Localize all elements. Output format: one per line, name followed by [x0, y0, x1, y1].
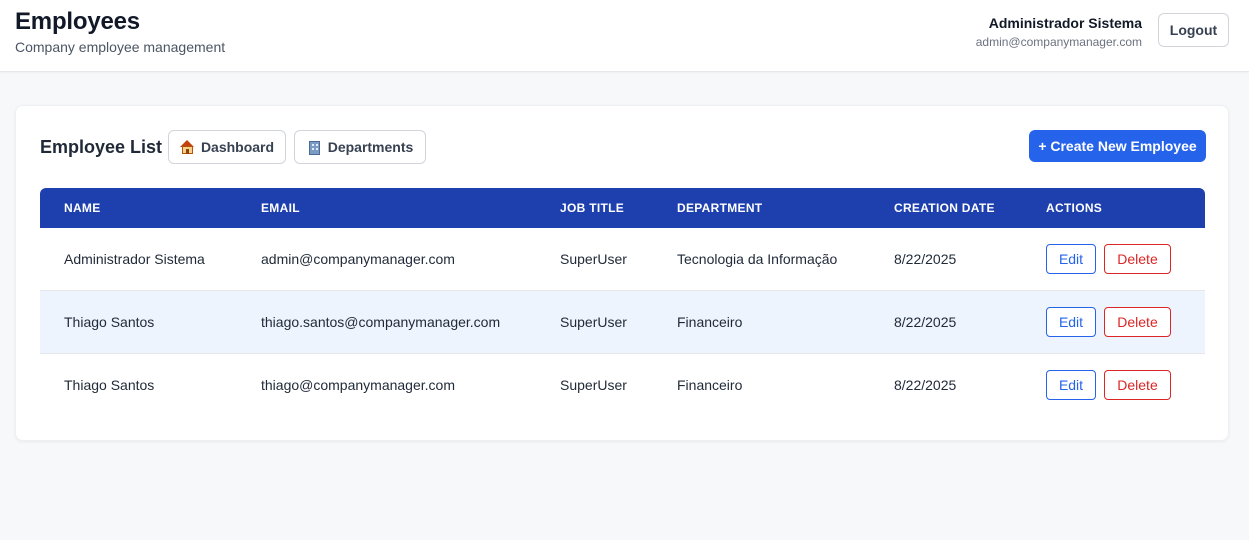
cell-job-title: SuperUser: [560, 377, 627, 393]
cell-email: thiago.santos@companymanager.com: [261, 314, 501, 330]
column-header-creation-date: CREATION DATE: [894, 201, 995, 215]
table-header: NAME EMAIL JOB TITLE DEPARTMENT CREATION…: [40, 188, 1205, 228]
page-title: Employees: [15, 8, 140, 35]
delete-button[interactable]: Delete: [1104, 370, 1171, 400]
table-row: Administrador Sistema admin@companymanag…: [40, 228, 1205, 291]
cell-name: Thiago Santos: [64, 377, 155, 393]
cell-name: Administrador Sistema: [64, 251, 205, 267]
logout-button[interactable]: Logout: [1158, 13, 1229, 47]
departments-button[interactable]: Departments: [294, 130, 426, 164]
cell-email: admin@companymanager.com: [261, 251, 455, 267]
cell-name: Thiago Santos: [64, 314, 155, 330]
user-email: admin@companymanager.com: [975, 35, 1142, 49]
card-title: Employee List: [40, 137, 163, 157]
table-row: Thiago Santos thiago@companymanager.com …: [40, 354, 1205, 417]
cell-department: Financeiro: [677, 377, 743, 393]
column-header-name: NAME: [64, 201, 101, 215]
cell-job-title: SuperUser: [560, 314, 627, 330]
user-name: Administrador Sistema: [988, 15, 1142, 31]
column-header-email: EMAIL: [261, 201, 300, 215]
column-header-department: DEPARTMENT: [677, 201, 763, 215]
cell-creation-date: 8/22/2025: [894, 377, 957, 393]
create-employee-button[interactable]: + Create New Employee: [1029, 130, 1206, 162]
cell-department: Financeiro: [677, 314, 743, 330]
house-icon: [179, 139, 195, 155]
edit-button[interactable]: Edit: [1046, 370, 1096, 400]
edit-button[interactable]: Edit: [1046, 307, 1096, 337]
departments-button-label: Departments: [327, 139, 414, 155]
edit-button[interactable]: Edit: [1046, 244, 1096, 274]
page-subtitle: Company employee management: [15, 39, 226, 55]
column-header-actions: ACTIONS: [1046, 201, 1103, 215]
employee-table: NAME EMAIL JOB TITLE DEPARTMENT CREATION…: [40, 188, 1205, 417]
column-header-job-title: JOB TITLE: [560, 201, 625, 215]
cell-email: thiago@companymanager.com: [261, 377, 455, 393]
dashboard-button[interactable]: Dashboard: [168, 130, 286, 164]
table-row: Thiago Santos thiago.santos@companymanag…: [40, 291, 1205, 354]
employee-list-card: Employee List Dashboard Departments + Cr…: [15, 105, 1229, 441]
cell-job-title: SuperUser: [560, 251, 627, 267]
cell-creation-date: 8/22/2025: [894, 314, 957, 330]
delete-button[interactable]: Delete: [1104, 244, 1171, 274]
top-bar: Employees Company employee management Ad…: [0, 0, 1249, 72]
office-building-icon: [307, 140, 322, 155]
cell-creation-date: 8/22/2025: [894, 251, 957, 267]
delete-button[interactable]: Delete: [1104, 307, 1171, 337]
cell-department: Tecnologia da Informação: [677, 251, 838, 267]
dashboard-button-label: Dashboard: [200, 139, 275, 155]
